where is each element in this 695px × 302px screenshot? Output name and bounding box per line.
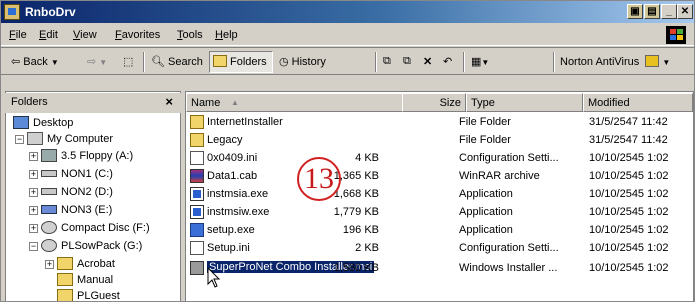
file-row-0x0409-ini[interactable]: 0x0409.ini 4 KB Configuration Setti... 1… bbox=[187, 150, 692, 166]
toolbar-separator bbox=[375, 52, 377, 72]
search-button[interactable]: 🔍︎ Search bbox=[151, 55, 203, 68]
history-button[interactable]: ◷ History bbox=[279, 55, 326, 68]
floppy-drive-icon bbox=[41, 149, 57, 162]
move-to-icon[interactable]: ⧉ bbox=[383, 55, 391, 68]
ini-file-icon bbox=[190, 151, 204, 165]
column-header-type[interactable]: Type bbox=[466, 93, 583, 112]
close-button[interactable]: ✕ bbox=[677, 4, 693, 19]
computer-icon bbox=[27, 132, 43, 145]
folder-icon bbox=[57, 289, 73, 301]
exe-file-icon bbox=[190, 205, 204, 219]
sort-ascending-icon: ▲ bbox=[231, 98, 239, 107]
file-row-instmsia-exe[interactable]: instmsia.exe 1,668 KB Application 10/10/… bbox=[187, 186, 692, 202]
standard-toolbar: ⇦ Back ▼ ⇨ ▼ ⬚ 🔍︎ Search Folders ◷ Histo… bbox=[1, 47, 694, 75]
folders-pane-title: Folders bbox=[11, 96, 48, 108]
folder-icon bbox=[190, 115, 204, 129]
expand-icon[interactable]: + bbox=[45, 260, 54, 269]
menu-favorites[interactable]: Favorites bbox=[115, 29, 160, 41]
norton-dropdown-icon: ▼ bbox=[662, 58, 671, 67]
column-header-size[interactable]: Size bbox=[402, 93, 466, 112]
menu-tools[interactable]: Tools bbox=[177, 29, 203, 41]
cd-drive-icon bbox=[41, 239, 57, 252]
undo-icon[interactable]: ↶ bbox=[443, 55, 452, 68]
step-number-callout: 13 bbox=[297, 157, 341, 201]
menu-bar: File Edit View Favorites Tools Help bbox=[1, 24, 694, 46]
search-icon: 🔍︎ bbox=[151, 56, 165, 68]
exe-file-icon bbox=[190, 187, 204, 201]
title-bar[interactable]: RnboDrv ▣ ▤ _ ✕ bbox=[1, 1, 694, 23]
toolbar-separator bbox=[463, 52, 465, 72]
restore-icon[interactable]: ▣ bbox=[627, 4, 643, 19]
toolbar-separator bbox=[143, 52, 145, 72]
ini-file-icon bbox=[190, 241, 204, 255]
folder-icon bbox=[57, 257, 73, 270]
copy-to-icon[interactable]: ⧉ bbox=[403, 55, 411, 68]
folders-button[interactable]: Folders bbox=[213, 55, 267, 68]
msi-file-icon bbox=[190, 261, 204, 275]
folders-icon bbox=[213, 55, 227, 67]
expand-icon[interactable]: + bbox=[29, 152, 38, 161]
folder-icon bbox=[57, 273, 73, 286]
setup-file-icon bbox=[190, 223, 204, 237]
folder-icon bbox=[190, 133, 204, 147]
back-dropdown-icon: ▼ bbox=[50, 58, 59, 67]
file-row-internetinstaller[interactable]: InternetInstaller File Folder 31/5/2547 … bbox=[187, 114, 692, 130]
norton-antivirus-button[interactable]: Norton AntiVirus ▼ bbox=[560, 55, 670, 68]
back-arrow-icon: ⇦ bbox=[11, 56, 21, 68]
forward-button[interactable]: ⇨ ▼ bbox=[87, 55, 107, 68]
file-row-setup-exe[interactable]: setup.exe 196 KB Application 10/10/2545 … bbox=[187, 222, 692, 238]
cd-drive-icon bbox=[41, 221, 57, 234]
expand-icon[interactable]: + bbox=[29, 206, 38, 215]
expand-icon[interactable]: + bbox=[29, 170, 38, 179]
expand-icon[interactable]: + bbox=[29, 224, 38, 233]
explorer-window: RnboDrv ▣ ▤ _ ✕ File Edit View Favorites… bbox=[0, 0, 695, 302]
views-icon[interactable]: ▦▼ bbox=[471, 55, 489, 68]
column-header-modified[interactable]: Modified bbox=[583, 93, 693, 112]
delete-icon[interactable]: ✕ bbox=[423, 55, 432, 68]
back-button[interactable]: ⇦ Back ▼ bbox=[11, 55, 59, 68]
expand-icon[interactable]: + bbox=[29, 188, 38, 197]
menu-edit[interactable]: Edit bbox=[39, 29, 58, 41]
hard-drive-icon bbox=[41, 170, 57, 177]
menu-view[interactable]: View bbox=[73, 29, 97, 41]
minimize-button[interactable]: _ bbox=[661, 4, 677, 19]
file-row-instmsiw-exe[interactable]: instmsiw.exe 1,779 KB Application 10/10/… bbox=[187, 204, 692, 220]
cab-file-icon bbox=[190, 169, 204, 183]
mouse-cursor-icon bbox=[207, 267, 221, 288]
file-row-superpronet-msi[interactable]: SuperProNet Combo Installer.msi 1,580 KB… bbox=[187, 260, 692, 276]
menu-help[interactable]: Help bbox=[215, 29, 238, 41]
up-folder-icon[interactable]: ⬚ bbox=[123, 55, 133, 68]
desktop-icon bbox=[13, 116, 29, 129]
window-folder-icon bbox=[4, 4, 20, 20]
network-drive-icon bbox=[41, 205, 57, 214]
close-folders-pane-button[interactable]: × bbox=[165, 94, 173, 109]
folders-pane-header: Folders × bbox=[5, 93, 181, 113]
norton-icon bbox=[645, 55, 660, 67]
windows-logo-icon bbox=[666, 26, 686, 44]
file-row-data1-cab[interactable]: Data1.cab 1,365 KB WinRAR archive 10/10/… bbox=[187, 168, 692, 184]
window-title: RnboDrv bbox=[25, 5, 76, 19]
toolbar-separator bbox=[553, 52, 555, 72]
menu-file[interactable]: File bbox=[9, 29, 27, 41]
file-row-setup-ini[interactable]: Setup.ini 2 KB Configuration Setti... 10… bbox=[187, 240, 692, 256]
collapse-icon[interactable]: − bbox=[15, 135, 24, 144]
tile-icon[interactable]: ▤ bbox=[644, 4, 660, 19]
history-clock-icon: ◷ bbox=[279, 56, 289, 68]
hard-drive-icon bbox=[41, 188, 57, 195]
collapse-icon[interactable]: − bbox=[29, 242, 38, 251]
file-row-legacy[interactable]: Legacy File Folder 31/5/2547 11:42 bbox=[187, 132, 692, 148]
